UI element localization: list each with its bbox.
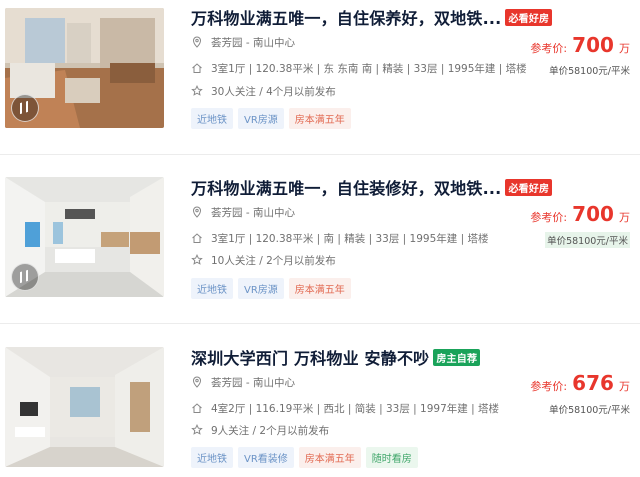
title-text[interactable]: 万科物业满五唯一，自住装修好，双地铁... xyxy=(191,179,501,198)
vr-icon xyxy=(11,94,39,122)
price-value: 700 xyxy=(572,202,614,226)
owner-recommended-badge: 房主自荐 xyxy=(433,349,481,366)
price-label: 参考价: xyxy=(530,211,568,224)
follow-row: 30人关注 / 4个月以前发布 xyxy=(191,84,336,99)
price-value: 676 xyxy=(572,371,614,395)
price-value: 700 xyxy=(572,33,614,57)
specs-text: 3室1厅 | 120.38平米 | 东 东南 南 | 精装 | 33层 | 19… xyxy=(211,63,527,75)
tag-anytime-viewing: 随时看房 xyxy=(365,447,418,468)
total-price: 参考价: 700 万 xyxy=(530,33,630,57)
price-unit: 万 xyxy=(619,42,630,55)
location-text[interactable]: 荟芳园 - 南山中心 xyxy=(211,377,295,389)
location-row[interactable]: 荟芳园 - 南山中心 xyxy=(191,375,295,390)
specs-text: 3室1厅 | 120.38平米 | 南 | 精装 | 33层 | 1995年建 … xyxy=(211,233,489,245)
listing-card[interactable]: 万科物业满五唯一，自住保养好，双地铁... 必看好房 荟芳园 - 南山中心 3室1… xyxy=(0,0,640,150)
follow-row: 9人关注 / 2个月以前发布 xyxy=(191,423,329,438)
follow-text: 9人关注 / 2个月以前发布 xyxy=(211,425,330,437)
vr-icon xyxy=(11,263,39,291)
follow-text: 10人关注 / 2个月以前发布 xyxy=(211,255,336,267)
listing-card[interactable]: 深圳大学西门 万科物业 安静不吵 房主自荐 荟芳园 - 南山中心 4室2厅 | 1… xyxy=(0,340,640,477)
price-unit: 万 xyxy=(619,380,630,393)
star-icon xyxy=(191,424,203,435)
listing-photo[interactable] xyxy=(5,8,164,128)
listing-card[interactable]: 万科物业满五唯一，自住装修好，双地铁... 必看好房 荟芳园 - 南山中心 3室1… xyxy=(0,170,640,320)
specs-row: 4室2厅 | 116.19平米 | 西北 | 简装 | 33层 | 1997年建… xyxy=(191,401,499,416)
location-pin-icon xyxy=(192,206,202,218)
unit-price: 单价58100元/平米 xyxy=(549,405,630,416)
title-text[interactable]: 万科物业满五唯一，自住保养好，双地铁... xyxy=(191,9,501,28)
follow-text: 30人关注 / 4个月以前发布 xyxy=(211,86,336,98)
listing-photo[interactable] xyxy=(5,347,164,467)
listing-title[interactable]: 万科物业满五唯一，自住装修好，双地铁... 必看好房 xyxy=(191,175,553,199)
specs-row: 3室1厅 | 120.38平米 | 东 东南 南 | 精装 | 33层 | 19… xyxy=(191,61,527,76)
tag-near-subway: 近地铁 xyxy=(191,278,233,299)
tag-vr: VR房源 xyxy=(238,278,284,299)
tag-list: 近地铁 VR房源 房本满五年 xyxy=(191,278,356,299)
star-icon xyxy=(191,85,203,96)
tag-five-years: 房本满五年 xyxy=(288,278,351,299)
listing-photo[interactable] xyxy=(5,177,164,297)
tag-near-subway: 近地铁 xyxy=(191,447,233,468)
location-pin-icon xyxy=(192,36,202,48)
total-price: 参考价: 700 万 xyxy=(530,202,630,226)
house-icon xyxy=(192,233,202,243)
tag-vr-decoration: VR看装修 xyxy=(238,447,294,468)
featured-badge: 必看好房 xyxy=(505,9,553,26)
follow-row: 10人关注 / 2个月以前发布 xyxy=(191,253,336,268)
featured-badge: 必看好房 xyxy=(505,179,553,196)
tag-five-years: 房本满五年 xyxy=(288,108,351,129)
total-price: 参考价: 676 万 xyxy=(530,371,630,395)
location-row[interactable]: 荟芳园 - 南山中心 xyxy=(191,35,295,50)
unit-price: 单价58100元/平米 xyxy=(545,232,630,248)
location-row[interactable]: 荟芳园 - 南山中心 xyxy=(191,205,295,220)
specs-text: 4室2厅 | 116.19平米 | 西北 | 简装 | 33层 | 1997年建… xyxy=(211,403,499,415)
location-text[interactable]: 荟芳园 - 南山中心 xyxy=(211,37,295,49)
listing-title[interactable]: 万科物业满五唯一，自住保养好，双地铁... 必看好房 xyxy=(191,5,553,29)
specs-row: 3室1厅 | 120.38平米 | 南 | 精装 | 33层 | 1995年建 … xyxy=(191,231,488,246)
price-unit: 万 xyxy=(619,211,630,224)
house-icon xyxy=(192,63,202,73)
divider xyxy=(0,154,640,155)
star-icon xyxy=(191,254,203,265)
location-pin-icon xyxy=(192,376,202,388)
price-label: 参考价: xyxy=(530,380,568,393)
house-icon xyxy=(192,403,202,413)
listing-title[interactable]: 深圳大学西门 万科物业 安静不吵 房主自荐 xyxy=(191,345,481,369)
location-text[interactable]: 荟芳园 - 南山中心 xyxy=(211,207,295,219)
tag-list: 近地铁 VR房源 房本满五年 xyxy=(191,108,356,129)
tag-near-subway: 近地铁 xyxy=(191,108,233,129)
tag-five-years: 房本满五年 xyxy=(298,447,361,468)
unit-price: 单价58100元/平米 xyxy=(549,66,630,77)
tag-list: 近地铁 VR看装修 房本满五年 随时看房 xyxy=(191,447,423,468)
price-label: 参考价: xyxy=(530,42,568,55)
title-text[interactable]: 深圳大学西门 万科物业 安静不吵 xyxy=(191,349,429,368)
tag-vr: VR房源 xyxy=(238,108,284,129)
divider xyxy=(0,323,640,324)
